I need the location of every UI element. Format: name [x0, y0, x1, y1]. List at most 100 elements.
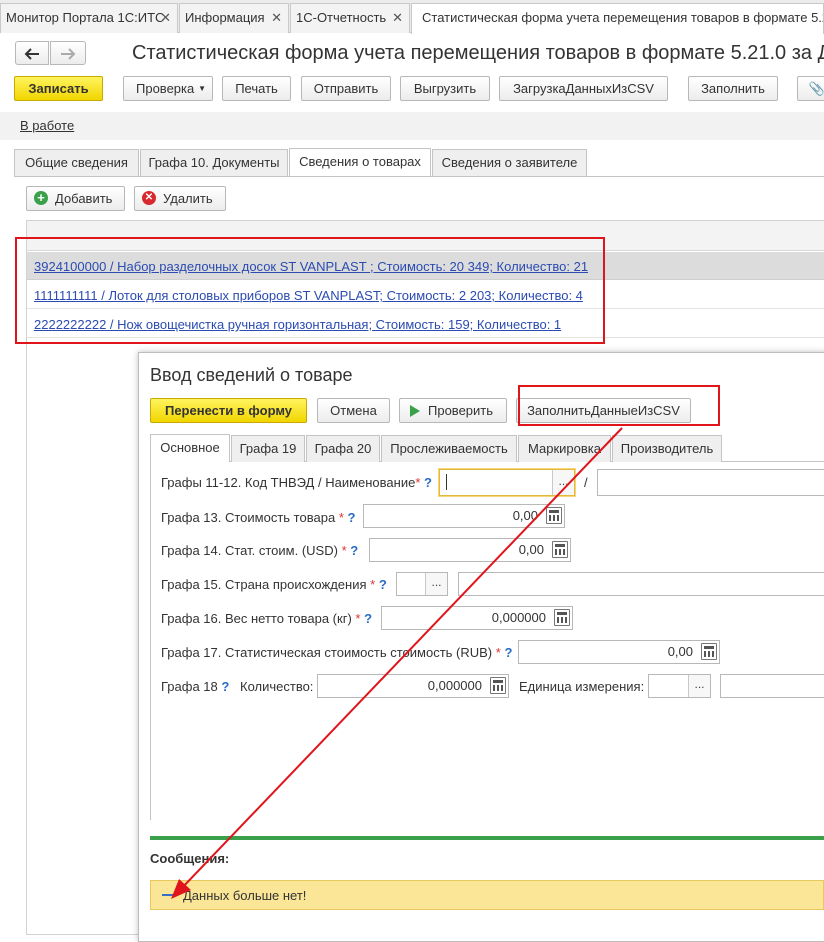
check-dropdown-button[interactable]: Проверка ▼ — [123, 76, 213, 101]
add-label: Добавить — [55, 191, 113, 206]
collapse-icon[interactable] — [162, 894, 174, 896]
highlight-rows-box — [15, 237, 605, 344]
help-icon: ? — [347, 510, 356, 525]
unit-code-input[interactable]: ... — [648, 674, 711, 698]
help-icon: ? — [424, 475, 432, 490]
tnved-input[interactable]: ... — [439, 469, 575, 496]
country-code-input[interactable]: ... — [396, 572, 448, 596]
arrow-left-icon — [24, 48, 39, 60]
verify-button[interactable]: Проверить — [399, 398, 507, 423]
usd-value: 0,00 — [518, 542, 544, 557]
calculator-icon[interactable] — [490, 677, 506, 694]
select-button[interactable]: ... — [688, 675, 710, 697]
tab-label: Информация — [185, 10, 265, 25]
select-button[interactable]: ... — [425, 573, 447, 595]
calculator-icon[interactable] — [546, 507, 562, 524]
unit-label: Единица измерения: — [519, 679, 645, 694]
qty-label: Количество: — [240, 679, 314, 694]
g11-label: Графы 11-12. Код ТНВЭД / Наименование* ? — [161, 475, 432, 490]
country-name-input[interactable] — [458, 572, 824, 596]
tab-label: Статистическая форма учета перемещения т… — [422, 10, 823, 25]
weight-value: 0,000000 — [491, 610, 546, 625]
status-strip — [0, 112, 824, 140]
verify-label: Проверить — [428, 403, 494, 418]
close-icon[interactable]: ✕ — [392, 4, 403, 32]
print-button[interactable]: Печать — [222, 76, 291, 101]
select-button[interactable]: ... — [552, 470, 574, 495]
rub-input[interactable]: 0,00 — [518, 640, 720, 664]
check-label: Проверка — [136, 81, 195, 96]
unit-name-input[interactable] — [720, 674, 824, 698]
chevron-down-icon: ▼ — [198, 84, 206, 93]
weight-input[interactable]: 0,000000 — [381, 606, 573, 630]
close-icon[interactable]: ✕ — [271, 4, 282, 32]
usd-input[interactable]: 0,00 — [369, 538, 571, 562]
tab-label: Монитор Портала 1С:ИТС — [6, 10, 165, 25]
g13-label: Графа 13. Стоимость товара * ? — [161, 510, 356, 525]
qty-value: 0,000000 — [427, 678, 482, 693]
play-icon — [410, 405, 420, 417]
tab-stat-form[interactable]: Статистическая форма учета перемещения т… — [411, 3, 824, 34]
messages-divider — [150, 836, 824, 840]
tabs-baseline — [14, 176, 824, 177]
attach-button[interactable]: 📎 — [797, 76, 824, 101]
tab-applicant[interactable]: Сведения о заявителе — [432, 149, 587, 176]
slash-separator: / — [584, 475, 588, 490]
load-csv-button[interactable]: ЗагрузкаДанныхИзCSV — [499, 76, 668, 101]
calculator-icon[interactable] — [701, 643, 717, 660]
calculator-icon[interactable] — [552, 541, 568, 558]
g14-label: Графа 14. Стат. стоим. (USD) * ? — [161, 543, 359, 558]
dialog-tab-g20[interactable]: Графа 20 — [306, 435, 380, 462]
g15-label: Графа 15. Страна происхождения * ? — [161, 577, 387, 592]
form-title: Статистическая форма учета перемещения т… — [132, 42, 824, 64]
tab-portal-monitor[interactable]: Монитор Портала 1С:ИТС ✕ — [0, 3, 178, 33]
calculator-icon[interactable] — [554, 609, 570, 626]
transfer-button[interactable]: Перенести в форму — [150, 398, 307, 423]
status-link[interactable]: В работе — [20, 118, 74, 133]
message-row[interactable]: Данных больше нет! — [150, 880, 824, 910]
help-icon: ? — [364, 611, 373, 626]
cost-input[interactable]: 0,00 — [363, 504, 565, 528]
export-button[interactable]: Выгрузить — [400, 76, 490, 101]
forward-button[interactable] — [50, 41, 86, 65]
name-input[interactable] — [597, 469, 824, 496]
message-text: Данных больше нет! — [183, 888, 307, 903]
dialog-tab-manufacturer[interactable]: Производитель — [612, 435, 722, 462]
help-icon: ? — [378, 577, 387, 592]
plus-circle-icon: + — [34, 191, 48, 205]
delete-circle-icon: ✕ — [142, 191, 156, 205]
window-tab-bar: Монитор Портала 1С:ИТС ✕ Информация ✕ 1С… — [0, 0, 824, 34]
highlight-fill-csv-box — [518, 385, 720, 426]
g17-label: Графа 17. Статистическая стоимость стоим… — [161, 645, 513, 660]
rub-value: 0,00 — [667, 644, 693, 659]
tab-documents[interactable]: Графа 10. Документы — [140, 149, 288, 176]
tab-reporting[interactable]: 1С-Отчетность ✕ — [290, 3, 410, 33]
tab-general[interactable]: Общие сведения — [14, 149, 139, 176]
qty-input[interactable]: 0,000000 — [317, 674, 509, 698]
fill-button[interactable]: Заполнить — [688, 76, 778, 101]
tab-information[interactable]: Информация ✕ — [179, 3, 289, 33]
dialog-tab-marking[interactable]: Маркировка — [518, 435, 611, 462]
dialog-title: Ввод сведений о товаре — [150, 365, 353, 385]
save-button[interactable]: Записать — [14, 76, 103, 101]
tab-label: 1С-Отчетность — [296, 10, 387, 25]
dialog-tab-main[interactable]: Основное — [150, 434, 230, 462]
back-button[interactable] — [15, 41, 49, 65]
arrow-right-icon — [61, 48, 76, 60]
g16-label: Графа 16. Вес нетто товара (кг) * ? — [161, 611, 373, 626]
help-icon: ? — [221, 679, 230, 694]
delete-label: Удалить — [163, 191, 213, 206]
dialog-tab-g19[interactable]: Графа 19 — [231, 435, 305, 462]
send-button[interactable]: Отправить — [301, 76, 391, 101]
delete-button[interactable]: ✕ Удалить — [134, 186, 226, 211]
help-icon: ? — [504, 645, 513, 660]
messages-title: Сообщения: — [150, 851, 230, 866]
cancel-button[interactable]: Отмена — [317, 398, 390, 423]
add-button[interactable]: + Добавить — [26, 186, 125, 211]
paperclip-icon: 📎 — [808, 81, 824, 96]
tab-goods[interactable]: Сведения о товарах — [289, 148, 431, 176]
dialog-tab-traceability[interactable]: Прослеживаемость — [381, 435, 517, 462]
close-icon[interactable]: ✕ — [160, 4, 171, 32]
dialog-panel-border — [150, 462, 151, 820]
cost-value: 0,00 — [512, 508, 538, 523]
